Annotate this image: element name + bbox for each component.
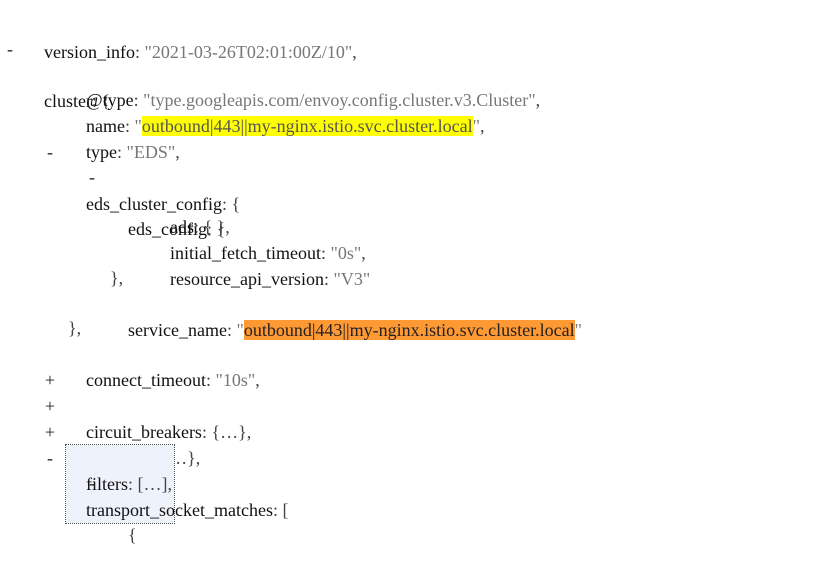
- json-key: type: [86, 142, 117, 162]
- json-line-connect-timeout: connect_timeout: "10s",: [86, 370, 260, 390]
- json-line-eds-cluster-config-close: },: [0, 289, 81, 338]
- json-viewer: { "lines": { "version_info": { "key": "v…: [0, 0, 818, 545]
- expand-toggle[interactable]: +: [40, 419, 60, 445]
- collapse-toggle[interactable]: -: [82, 470, 102, 496]
- json-close-brace: },: [68, 318, 82, 338]
- json-line-transport-socket-match-item: - {: [0, 444, 137, 545]
- json-line-type-url: @type: "type.googleapis.com/envoy.config…: [86, 90, 541, 110]
- json-key: resource_api_version: [170, 269, 324, 289]
- json-line-transport-socket-matches: - transport_socket_matches: [: [0, 419, 288, 520]
- json-line-circuit-breakers: + circuit_breakers: {…},: [0, 341, 251, 442]
- json-open-brace: {: [128, 525, 137, 545]
- json-line-eds-config-close: },: [0, 239, 123, 288]
- json-open-brace: {: [231, 194, 241, 214]
- json-value: 10s: [222, 370, 248, 390]
- json-close-brace: },: [110, 268, 124, 288]
- json-line-metadata: + metadata: {…},: [0, 367, 200, 468]
- json-value: 2021-03-26T02:01:00Z/10: [151, 42, 345, 62]
- json-value: EDS: [133, 142, 168, 162]
- json-key: version_info: [44, 42, 135, 62]
- json-line-filters: + filters: […],: [0, 393, 176, 524]
- collapse-toggle[interactable]: -: [40, 445, 60, 471]
- json-line-name: name: "outbound|443||my-nginx.istio.svc.…: [86, 116, 485, 136]
- json-value: V3: [340, 269, 363, 289]
- collapsed-value[interactable]: {…},: [211, 422, 251, 442]
- expand-toggle[interactable]: +: [40, 393, 60, 419]
- expand-toggle[interactable]: +: [40, 367, 60, 393]
- json-key: connect_timeout: [86, 370, 206, 390]
- json-line-cluster: - cluster: {: [0, 10, 110, 111]
- highlighted-search-match: outbound|443||my-nginx.istio.svc.cluster…: [141, 116, 473, 136]
- json-line-ads: ads: { },: [170, 217, 230, 237]
- json-line-eds-config: - eds_config: {: [0, 138, 225, 239]
- collapse-toggle[interactable]: -: [40, 139, 60, 165]
- json-line-type: type: "EDS",: [86, 142, 180, 162]
- json-line-eds-cluster-config: - eds_cluster_config: {: [0, 113, 240, 214]
- json-open-bracket: [: [282, 500, 289, 520]
- json-key: service_name: [128, 320, 227, 340]
- json-line-initial-fetch-timeout: initial_fetch_timeout: "0s",: [170, 243, 366, 263]
- highlighted-current-match: outbound|443||my-nginx.istio.svc.cluster…: [243, 320, 575, 340]
- json-line-service-name: service_name: "outbound|443||my-nginx.is…: [128, 320, 582, 340]
- collapse-toggle[interactable]: -: [82, 164, 102, 190]
- json-line-resource-api-version: resource_api_version: "V3": [170, 269, 371, 289]
